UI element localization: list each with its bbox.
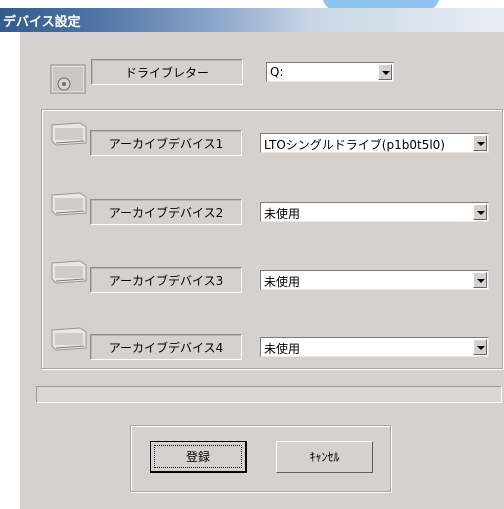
drive-letter-label: ドライブレター xyxy=(91,59,243,85)
archive-device-select[interactable]: LTOシングルドライブ(p1b0t5l0) xyxy=(260,133,489,153)
tape-drive-icon xyxy=(51,192,87,216)
archive-device-label: アーカイブデバイス4 xyxy=(90,334,242,360)
archive-device-value: LTOシングルドライブ(p1b0t5l0) xyxy=(264,138,445,152)
tape-drive-icon xyxy=(51,260,87,284)
device-settings-dialog: デバイス設定 ドライブレター Q: アーカイブデバイス1 LTOシングルドライブ… xyxy=(0,8,504,509)
archive-device-select[interactable]: 未使用 xyxy=(260,202,489,222)
tape-drive-icon xyxy=(51,122,87,146)
archive-device-label: アーカイブデバイス1 xyxy=(90,130,242,156)
cancel-button[interactable]: ｷｬﾝｾﾙ xyxy=(276,441,373,473)
progress-bar xyxy=(36,386,502,403)
chevron-down-icon[interactable] xyxy=(378,64,392,80)
drive-letter-select[interactable]: Q: xyxy=(266,62,394,82)
focus-indicator xyxy=(154,445,242,468)
chevron-down-icon[interactable] xyxy=(473,339,487,355)
archive-device-label: アーカイブデバイス2 xyxy=(90,199,242,225)
archive-device-value: 未使用 xyxy=(264,342,301,356)
title-bar: デバイス設定 xyxy=(0,8,504,32)
archive-device-label: アーカイブデバイス3 xyxy=(90,267,242,293)
archive-device-value: 未使用 xyxy=(264,207,301,221)
archive-device-select[interactable]: 未使用 xyxy=(260,337,489,357)
archive-device-select[interactable]: 未使用 xyxy=(260,270,489,290)
tape-drive-icon xyxy=(51,327,87,351)
chevron-down-icon[interactable] xyxy=(473,272,487,288)
cancel-button-label: ｷｬﾝｾﾙ xyxy=(309,450,340,464)
chevron-down-icon[interactable] xyxy=(473,204,487,220)
drive-letter-value: Q: xyxy=(270,65,284,79)
cd-drive-icon xyxy=(50,64,86,94)
chevron-down-icon[interactable] xyxy=(473,135,487,151)
register-button[interactable]: 登録 xyxy=(150,441,247,473)
archive-device-value: 未使用 xyxy=(264,275,301,289)
window-edge xyxy=(0,32,20,509)
window-title: デバイス設定 xyxy=(3,15,81,30)
